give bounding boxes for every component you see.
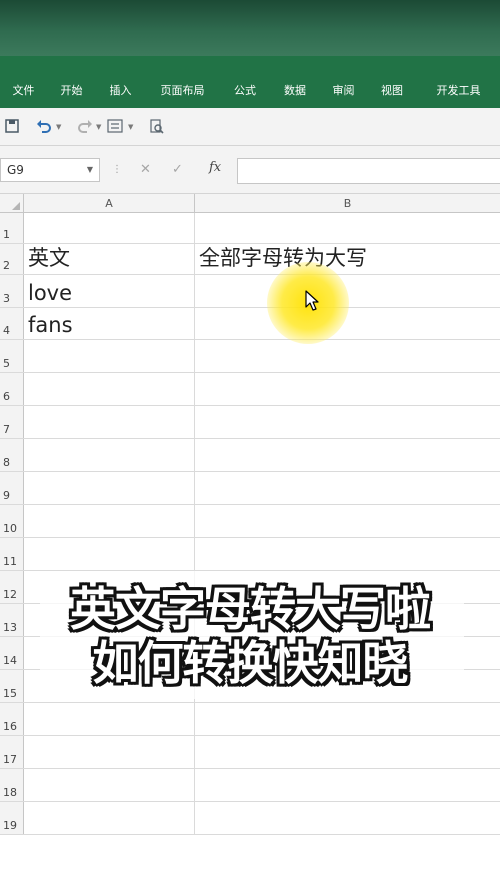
cell-a[interactable]	[24, 538, 195, 570]
cell-a[interactable]: fans	[24, 308, 195, 339]
ribbon-tab[interactable]: 视图	[367, 56, 417, 108]
table-row: 1	[0, 213, 500, 244]
select-all-triangle-icon	[12, 202, 20, 210]
cell-b[interactable]	[195, 472, 500, 504]
table-row: 10	[0, 505, 500, 538]
row-header[interactable]: 1	[0, 213, 24, 243]
cell-a[interactable]	[24, 736, 195, 768]
table-row: 7	[0, 406, 500, 439]
cell-b[interactable]	[195, 802, 500, 834]
table-row: 19	[0, 802, 500, 835]
ribbon-tab[interactable]: 公式	[220, 56, 270, 108]
cell-a[interactable]	[24, 505, 195, 537]
cell-a[interactable]	[24, 472, 195, 504]
ribbon-tab[interactable]: 页面布局	[145, 56, 220, 108]
column-header-row: A B	[0, 194, 500, 213]
table-row: 11	[0, 538, 500, 571]
cell-b[interactable]	[195, 373, 500, 405]
cell-b[interactable]	[195, 736, 500, 768]
cell-b[interactable]: 全部字母转为大写	[195, 244, 500, 274]
row-header[interactable]: 2	[0, 244, 24, 274]
ribbon-tab-bar: 文件 开始 插入 页面布局 公式 数据 审阅 视图 开发工具	[0, 56, 500, 108]
row-header[interactable]: 7	[0, 406, 24, 438]
row-header[interactable]: 4	[0, 308, 24, 339]
row-header[interactable]: 18	[0, 769, 24, 801]
quick-access-toolbar: ▼ ▼ ▼	[0, 108, 500, 146]
table-row: 5	[0, 340, 500, 373]
table-row: 8	[0, 439, 500, 472]
cancel-icon[interactable]: ✕	[140, 162, 151, 178]
cell-a[interactable]	[24, 213, 195, 243]
worksheet-grid: 1 2 英文 全部字母转为大写 3 love 4 fans 5 6 7 8 9 10 11 12 13 14 15 1…	[0, 213, 500, 889]
formula-bar-grip-icon: ⋮	[112, 164, 122, 175]
ribbon-tab[interactable]: 审阅	[320, 56, 367, 108]
cell-b[interactable]	[195, 769, 500, 801]
format-painter-icon[interactable]	[107, 119, 125, 135]
row-header[interactable]: 16	[0, 703, 24, 735]
cell-b[interactable]	[195, 340, 500, 372]
cell-b[interactable]	[195, 703, 500, 735]
redo-dropdown-icon[interactable]: ▼	[96, 123, 101, 131]
cell-a[interactable]	[24, 802, 195, 834]
ribbon-tab[interactable]: 数据	[270, 56, 320, 108]
ribbon-tab[interactable]: 文件	[0, 56, 47, 108]
formula-input[interactable]	[237, 158, 500, 184]
name-box-value: G9	[7, 163, 24, 177]
row-header[interactable]: 17	[0, 736, 24, 768]
row-header[interactable]: 5	[0, 340, 24, 372]
table-row: 9	[0, 472, 500, 505]
row-header[interactable]: 19	[0, 802, 24, 834]
table-row: 17	[0, 736, 500, 769]
row-header[interactable]: 3	[0, 275, 24, 307]
save-icon[interactable]	[5, 119, 19, 135]
name-box[interactable]: G9 ▼	[0, 158, 100, 182]
table-row: 6	[0, 373, 500, 406]
cell-b[interactable]	[195, 308, 500, 339]
cell-a[interactable]	[24, 406, 195, 438]
row-header[interactable]: 10	[0, 505, 24, 537]
redo-icon[interactable]	[77, 119, 93, 135]
select-all-button[interactable]	[0, 194, 24, 213]
formula-bar: G9 ▼ ⋮ ✕ ✓ fx	[0, 146, 500, 194]
cell-b[interactable]	[195, 213, 500, 243]
table-row: 18	[0, 769, 500, 802]
enter-icon[interactable]: ✓	[172, 162, 183, 178]
cell-b[interactable]	[195, 275, 500, 307]
cell-a[interactable]	[24, 340, 195, 372]
table-row: 4 fans	[0, 308, 500, 340]
name-box-dropdown-icon[interactable]: ▼	[87, 159, 93, 181]
undo-dropdown-icon[interactable]: ▼	[56, 123, 61, 131]
print-preview-icon[interactable]	[149, 119, 165, 135]
table-row: 16	[0, 703, 500, 736]
column-header-a[interactable]: A	[24, 194, 195, 213]
cell-a[interactable]: love	[24, 275, 195, 307]
row-header[interactable]: 9	[0, 472, 24, 504]
row-header[interactable]: 11	[0, 538, 24, 570]
cell-b[interactable]	[195, 538, 500, 570]
cell-a[interactable]: 英文	[24, 244, 195, 274]
table-row: 2 英文 全部字母转为大写	[0, 244, 500, 275]
cell-a[interactable]	[24, 439, 195, 471]
table-row: 3 love	[0, 275, 500, 308]
ribbon-tab[interactable]: 插入	[96, 56, 145, 108]
column-header-b[interactable]: B	[195, 194, 500, 213]
row-header[interactable]: 6	[0, 373, 24, 405]
mouse-pointer-icon	[305, 290, 319, 311]
cell-a[interactable]	[24, 373, 195, 405]
cell-a[interactable]	[24, 703, 195, 735]
video-top-band	[0, 0, 500, 56]
cell-a[interactable]	[24, 769, 195, 801]
cell-b[interactable]	[195, 406, 500, 438]
cell-b[interactable]	[195, 505, 500, 537]
undo-icon[interactable]	[36, 119, 52, 135]
ribbon-tab[interactable]: 开发工具	[417, 56, 500, 108]
row-header[interactable]: 8	[0, 439, 24, 471]
caption-line-2: 如何转换快知晓	[92, 636, 409, 690]
insert-function-icon[interactable]: fx	[209, 160, 221, 175]
ribbon-tab[interactable]: 开始	[47, 56, 96, 108]
format-dropdown-icon[interactable]: ▼	[128, 123, 133, 131]
cell-b[interactable]	[195, 439, 500, 471]
